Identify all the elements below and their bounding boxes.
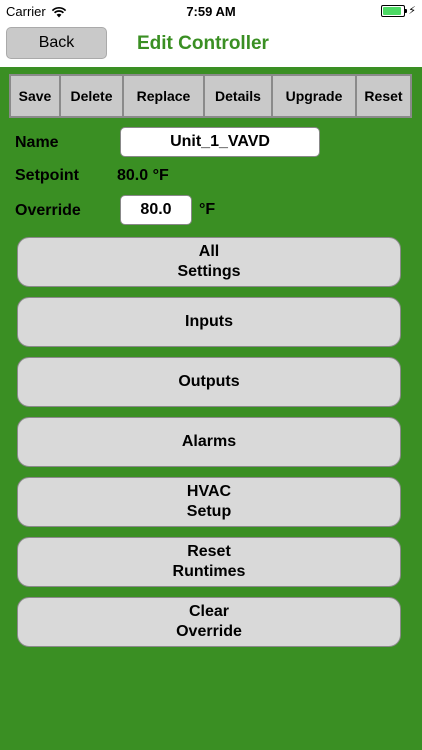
- inputs-button[interactable]: Inputs: [17, 297, 401, 347]
- battery-indicator: ⚡︎: [381, 5, 416, 17]
- reset-runtimes-button[interactable]: Reset Runtimes: [17, 537, 401, 587]
- battery-icon: [381, 5, 408, 17]
- page-title: Edit Controller: [137, 33, 269, 54]
- upgrade-button[interactable]: Upgrade: [273, 76, 357, 116]
- name-field[interactable]: [120, 127, 320, 157]
- clear-override-button[interactable]: Clear Override: [17, 597, 401, 647]
- battery-level: [383, 7, 402, 15]
- navigation-bar: Back Edit Controller: [0, 22, 422, 67]
- outputs-button[interactable]: Outputs: [17, 357, 401, 407]
- name-label: Name: [15, 134, 59, 151]
- setpoint-value: 80.0 °F: [117, 167, 169, 184]
- back-button[interactable]: Back: [6, 27, 107, 59]
- reset-button[interactable]: Reset: [357, 76, 410, 116]
- menu-list: All Settings Inputs Outputs Alarms HVAC …: [17, 237, 401, 657]
- save-button[interactable]: Save: [11, 76, 61, 116]
- override-label: Override: [15, 202, 81, 219]
- status-bar: Carrier 7:59 AM ⚡︎: [0, 0, 422, 22]
- alarms-button[interactable]: Alarms: [17, 417, 401, 467]
- override-unit: °F: [199, 201, 216, 218]
- replace-button[interactable]: Replace: [124, 76, 205, 116]
- action-toolbar: Save Delete Replace Details Upgrade Rese…: [9, 74, 412, 118]
- setpoint-label: Setpoint: [15, 167, 79, 184]
- all-settings-button[interactable]: All Settings: [17, 237, 401, 287]
- delete-button[interactable]: Delete: [61, 76, 124, 116]
- bolt-icon: ⚡︎: [408, 5, 416, 17]
- status-time: 7:59 AM: [186, 4, 236, 19]
- details-button[interactable]: Details: [205, 76, 273, 116]
- override-field[interactable]: [120, 195, 192, 225]
- hvac-setup-button[interactable]: HVAC Setup: [17, 477, 401, 527]
